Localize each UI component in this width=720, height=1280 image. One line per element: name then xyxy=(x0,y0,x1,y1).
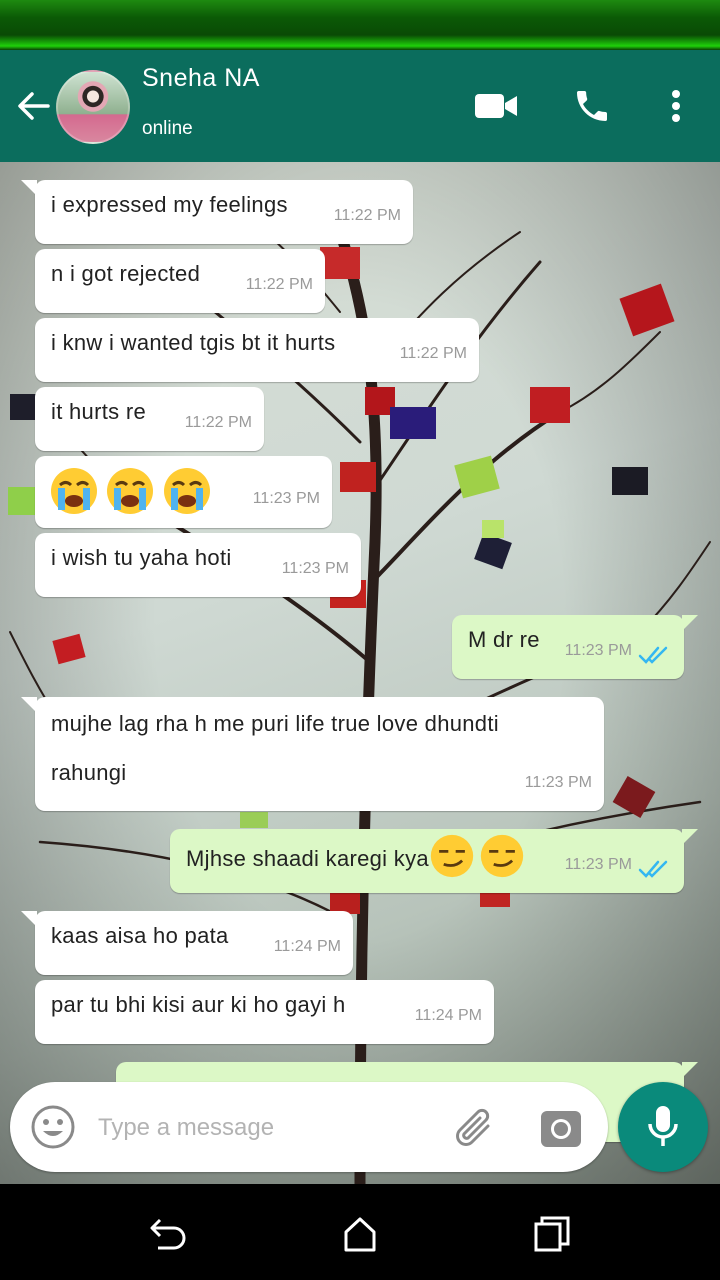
phone-icon xyxy=(577,91,607,121)
contact-name[interactable]: Sneha NA xyxy=(142,64,260,93)
back-nav-icon[interactable] xyxy=(146,1212,190,1256)
read-receipt-icon xyxy=(638,646,668,664)
message-text: it hurts re xyxy=(51,399,146,424)
mic-icon xyxy=(648,1106,678,1146)
message-text: i knw i wanted tgis bt it hurts xyxy=(51,330,336,355)
message-incoming[interactable]: par tu bhi kisi aur ki ho gayi h 11:24 P… xyxy=(35,980,494,1044)
chat-header: Sneha NA online xyxy=(0,50,720,162)
emoji-icon[interactable] xyxy=(30,1104,76,1150)
message-incoming[interactable]: i expressed my feelings 11:22 PM xyxy=(21,180,413,244)
message-outgoing[interactable]: Mjhse shaadi karegi kya 11:23 PM xyxy=(170,829,698,893)
smirking-face-emoji xyxy=(430,834,474,878)
message-time: 11:22 PM xyxy=(245,276,313,293)
back-arrow-icon xyxy=(18,92,50,120)
home-nav-icon[interactable] xyxy=(338,1212,382,1256)
message-incoming-emoji[interactable]: 11:23 PM xyxy=(35,456,332,528)
message-text: n i got rejected xyxy=(51,261,201,286)
contact-status: online xyxy=(142,118,193,139)
message-text: M dr re xyxy=(468,627,540,652)
message-time: 11:22 PM xyxy=(399,345,467,362)
message-text: kaas aisa ho pata xyxy=(51,923,229,948)
system-navigation-bar xyxy=(0,1184,720,1280)
message-time: 11:23 PM xyxy=(281,560,349,577)
message-incoming[interactable]: i knw i wanted tgis bt it hurts 11:22 PM xyxy=(35,318,479,382)
read-receipt-icon xyxy=(638,860,668,878)
status-bar xyxy=(0,0,720,50)
crying-face-emoji xyxy=(107,468,154,514)
message-time: 11:24 PM xyxy=(414,1007,482,1024)
voice-message-button[interactable] xyxy=(618,1082,708,1172)
message-text: i expressed my feelings xyxy=(51,192,288,217)
message-text-line1: mujhe lag rha h me puri life true love d… xyxy=(51,711,499,736)
more-vert-icon xyxy=(672,90,680,122)
message-incoming[interactable]: i wish tu yaha hoti 11:23 PM xyxy=(35,533,361,597)
message-incoming[interactable]: kaas aisa ho pata 11:24 PM xyxy=(21,911,353,975)
message-time: 11:22 PM xyxy=(333,207,401,224)
message-outgoing[interactable]: M dr re 11:23 PM xyxy=(452,615,698,679)
message-incoming[interactable]: n i got rejected 11:22 PM xyxy=(35,249,325,313)
message-time: 11:22 PM xyxy=(184,414,252,431)
recents-nav-icon[interactable] xyxy=(530,1212,574,1256)
back-button[interactable] xyxy=(14,86,54,126)
more-options-button[interactable] xyxy=(650,80,702,132)
message-time: 11:24 PM xyxy=(273,938,341,955)
message-text: i wish tu yaha hoti xyxy=(51,545,232,570)
message-incoming[interactable]: mujhe lag rha h me puri life true love d… xyxy=(21,697,604,811)
message-text: Mjhse shaadi karegi kya xyxy=(186,834,525,879)
smirking-face-emoji xyxy=(480,834,524,878)
chat-area[interactable]: i expressed my feelings 11:22 PM n i got… xyxy=(0,162,720,1184)
video-call-button[interactable] xyxy=(470,80,522,132)
message-composer xyxy=(10,1082,608,1172)
message-text-line2: rahungi xyxy=(51,760,127,785)
video-call-icon xyxy=(475,94,517,118)
message-time: 11:23 PM xyxy=(524,774,592,791)
message-text-content: Mjhse shaadi karegi kya xyxy=(186,845,429,871)
contact-avatar[interactable] xyxy=(56,70,130,144)
voice-call-button[interactable] xyxy=(566,80,618,132)
attach-icon[interactable] xyxy=(450,1104,500,1154)
crying-face-emoji xyxy=(51,468,97,514)
message-time: 11:23 PM xyxy=(564,856,632,873)
camera-icon[interactable] xyxy=(538,1106,584,1152)
message-input[interactable] xyxy=(96,1104,430,1152)
crying-face-emoji xyxy=(163,468,210,514)
message-time: 11:23 PM xyxy=(252,490,320,507)
message-time: 11:23 PM xyxy=(564,642,632,659)
message-text: par tu bhi kisi aur ki ho gayi h xyxy=(51,992,346,1017)
message-emoji-row xyxy=(49,466,212,522)
message-incoming[interactable]: it hurts re 11:22 PM xyxy=(35,387,264,451)
